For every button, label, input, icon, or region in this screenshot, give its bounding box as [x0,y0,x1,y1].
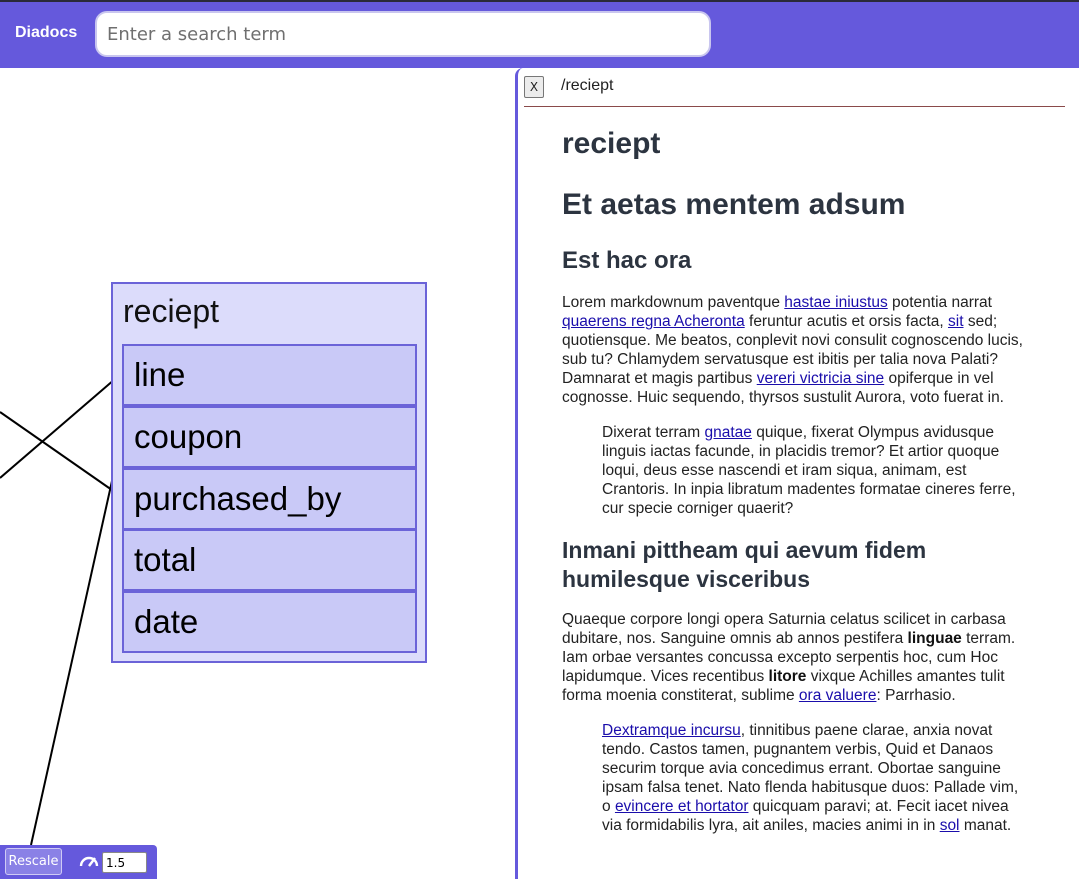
section-heading: Inmani pittheam qui aevum fidem humilesq… [562,537,927,592]
app-logo[interactable]: Diadocs [15,24,77,42]
rescale-button[interactable]: Rescale [5,848,62,875]
blockquote: Dextramque incursu, tinnitibus paene cla… [602,722,1019,834]
blockquote: Dixerat terram gnatae quique, fixerat Ol… [602,424,1016,517]
doc-content: reciept Et aetas mentem adsum Est hac or… [562,120,1042,835]
doc-link[interactable]: hastae iniustus [784,294,887,311]
doc-link[interactable]: evincere et hortator [615,798,749,815]
doc-heading: Et aetas mentem adsum [562,188,906,221]
search-input[interactable] [95,11,711,57]
field-purchased-by[interactable]: purchased_by [122,468,417,530]
close-panel-button[interactable]: X [524,76,544,98]
paragraph: Lorem markdownum paventque hastae iniust… [562,294,1023,406]
field-date[interactable]: date [122,591,417,653]
entity-title: reciept [123,293,220,329]
field-total[interactable]: total [122,529,417,591]
entity-reciept[interactable]: reciept line coupon purchased_by total d… [111,282,427,663]
canvas-controls: Rescale [0,845,157,879]
section-heading: Est hac ora [562,247,692,274]
gauge-icon [79,856,99,867]
documentation-panel: X /reciept reciept Et aetas mentem adsum… [515,68,1079,879]
doc-link[interactable]: sol [940,817,960,834]
zoom-stepper[interactable] [102,852,147,873]
field-coupon[interactable]: coupon [122,406,417,468]
doc-link[interactable]: ora valuere [799,687,877,704]
doc-link[interactable]: Dextramque incursu [602,722,741,739]
field-line[interactable]: line [122,344,417,406]
divider [524,106,1065,107]
relationship-edge [30,435,123,846]
paragraph: Quaeque corpore longi opera Saturnia cel… [562,611,1016,704]
doc-link[interactable]: quaerens regna Acheronta [562,313,745,330]
diagram-canvas[interactable]: reciept line coupon purchased_by total d… [0,68,515,879]
top-bar: Diadocs [0,0,1079,68]
doc-link[interactable]: vereri victricia sine [757,370,884,387]
doc-link[interactable]: sit [948,313,964,330]
doc-link[interactable]: gnatae [705,424,752,441]
doc-path: /reciept [561,77,614,94]
doc-title: reciept [562,127,661,160]
